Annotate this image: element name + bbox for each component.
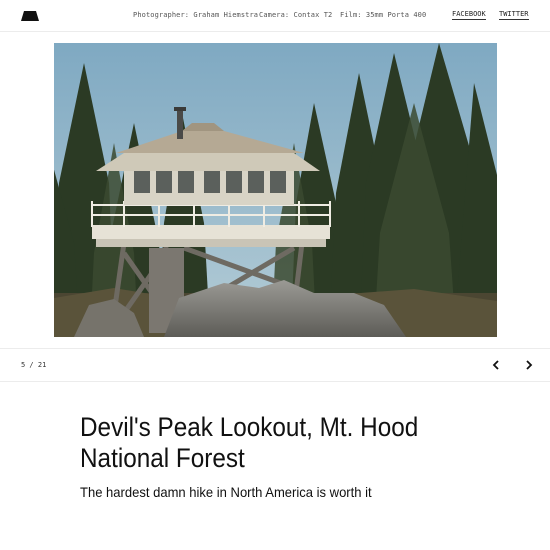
article-title: Devil's Peak Lookout, Mt. Hood National … [80, 412, 419, 473]
camera-credit: Camera: Contax T2 [259, 11, 333, 19]
facebook-link[interactable]: FACEBOOK [452, 10, 486, 20]
chevron-right-icon[interactable] [522, 358, 536, 372]
chevron-left-icon[interactable] [489, 358, 503, 372]
film-credit: Film: 35mm Porta 400 [340, 11, 427, 19]
fire-lookout-tower-photo [54, 43, 497, 337]
article-subtitle: The hardest damn hike in North America i… [80, 484, 372, 500]
top-bar: Photographer: Graham Hiemstra Camera: Co… [0, 0, 550, 32]
gallery-nav-bar: 5 / 21 [0, 348, 550, 382]
mountain-logo-icon[interactable] [21, 11, 39, 21]
photographer-credit: Photographer: Graham Hiemstra [133, 11, 259, 19]
twitter-link[interactable]: TWITTER [499, 10, 529, 20]
slide-counter: 5 / 21 [21, 361, 47, 369]
